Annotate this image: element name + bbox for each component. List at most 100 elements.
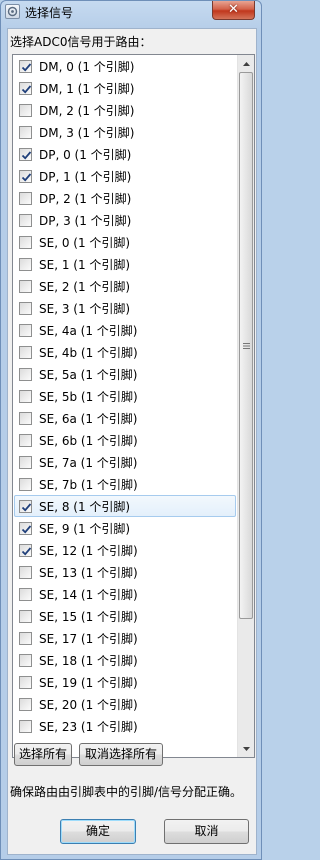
scroll-down-arrow-icon[interactable]: [238, 740, 254, 757]
signal-item-label: SE, 6b (1 个引脚): [39, 434, 138, 448]
checkbox-unchecked[interactable]: [19, 632, 32, 645]
checkbox-unchecked[interactable]: [19, 192, 32, 205]
signal-list-item[interactable]: DM, 0 (1 个引脚): [14, 55, 236, 77]
signal-item-label: SE, 6a (1 个引脚): [39, 412, 138, 426]
signal-list-item[interactable]: SE, 8 (1 个引脚): [14, 495, 236, 517]
signal-list-item[interactable]: SE, 6a (1 个引脚): [14, 407, 236, 429]
signal-list-item[interactable]: SE, 13 (1 个引脚): [14, 561, 236, 583]
signal-list-item[interactable]: DP, 0 (1 个引脚): [14, 143, 236, 165]
checkbox-checked[interactable]: [19, 522, 32, 535]
checkbox-checked[interactable]: [19, 170, 32, 183]
signal-list-item[interactable]: SE, 7a (1 个引脚): [14, 451, 236, 473]
checkbox-unchecked[interactable]: [19, 720, 32, 733]
cancel-button[interactable]: 取消: [164, 819, 249, 844]
checkmark-icon: [21, 151, 32, 160]
signal-list-item[interactable]: DP, 3 (1 个引脚): [14, 209, 236, 231]
signal-list-item[interactable]: DM, 3 (1 个引脚): [14, 121, 236, 143]
deselect-all-button[interactable]: 取消选择所有: [79, 743, 163, 766]
signal-item-label: DM, 2 (1 个引脚): [39, 104, 135, 118]
signal-item-label: DP, 2 (1 个引脚): [39, 192, 132, 206]
signal-list-item[interactable]: SE, 12 (1 个引脚): [14, 539, 236, 561]
checkbox-unchecked[interactable]: [19, 654, 32, 667]
signal-list-item[interactable]: SE, 3 (1 个引脚): [14, 297, 236, 319]
signal-item-label: DP, 1 (1 个引脚): [39, 170, 132, 184]
checkbox-checked[interactable]: [19, 500, 32, 513]
signal-list-item[interactable]: SE, 23 (1 个引脚): [14, 715, 236, 737]
signal-item-label: SE, 9 (1 个引脚): [39, 522, 131, 536]
checkbox-unchecked[interactable]: [19, 104, 32, 117]
signal-item-label: SE, 5b (1 个引脚): [39, 390, 138, 404]
checkbox-unchecked[interactable]: [19, 302, 32, 315]
checkbox-unchecked[interactable]: [19, 698, 32, 711]
signal-item-label: SE, 5a (1 个引脚): [39, 368, 138, 382]
signal-list-item[interactable]: SE, 9 (1 个引脚): [14, 517, 236, 539]
signal-list-item[interactable]: SE, 7b (1 个引脚): [14, 473, 236, 495]
checkbox-unchecked[interactable]: [19, 456, 32, 469]
signal-list-items: DM, 0 (1 个引脚) DM, 1 (1 个引脚) DM, 2 (1 个引脚) D…: [13, 55, 237, 737]
signal-list-item[interactable]: SE, 5a (1 个引脚): [14, 363, 236, 385]
checkbox-unchecked[interactable]: [19, 676, 32, 689]
checkbox-checked[interactable]: [19, 82, 32, 95]
signal-list-item[interactable]: SE, 5b (1 个引脚): [14, 385, 236, 407]
signal-item-label: SE, 0 (1 个引脚): [39, 236, 131, 250]
signal-item-label: SE, 18 (1 个引脚): [39, 654, 138, 668]
signal-list-item[interactable]: DP, 2 (1 个引脚): [14, 187, 236, 209]
signal-list-item[interactable]: SE, 15 (1 个引脚): [14, 605, 236, 627]
checkbox-unchecked[interactable]: [19, 412, 32, 425]
checkbox-unchecked[interactable]: [19, 566, 32, 579]
checkbox-unchecked[interactable]: [19, 610, 32, 623]
checkbox-unchecked[interactable]: [19, 236, 32, 249]
select-all-button[interactable]: 选择所有: [14, 743, 72, 766]
ok-button[interactable]: 确定: [60, 819, 136, 844]
signal-list-item[interactable]: SE, 6b (1 个引脚): [14, 429, 236, 451]
signal-list-item[interactable]: SE, 4b (1 个引脚): [14, 341, 236, 363]
signal-list[interactable]: DM, 0 (1 个引脚) DM, 1 (1 个引脚) DM, 2 (1 个引脚) D…: [12, 54, 255, 758]
checkmark-icon: [21, 503, 32, 512]
signal-item-label: SE, 12 (1 个引脚): [39, 544, 138, 558]
signal-item-label: SE, 15 (1 个引脚): [39, 610, 138, 624]
checkbox-unchecked[interactable]: [19, 434, 32, 447]
checkbox-unchecked[interactable]: [19, 390, 32, 403]
signal-item-label: DM, 1 (1 个引脚): [39, 82, 135, 96]
window-title: 选择信号: [25, 6, 74, 20]
checkbox-unchecked[interactable]: [19, 324, 32, 337]
signal-list-item[interactable]: SE, 20 (1 个引脚): [14, 693, 236, 715]
signal-item-label: DM, 0 (1 个引脚): [39, 60, 135, 74]
checkmark-icon: [21, 63, 32, 72]
signal-item-label: DM, 3 (1 个引脚): [39, 126, 135, 140]
signal-list-item[interactable]: SE, 4a (1 个引脚): [14, 319, 236, 341]
app-icon: [5, 4, 20, 19]
signal-item-label: SE, 14 (1 个引脚): [39, 588, 138, 602]
signal-item-label: DP, 0 (1 个引脚): [39, 148, 132, 162]
scroll-up-arrow-icon[interactable]: [238, 55, 254, 72]
checkbox-unchecked[interactable]: [19, 126, 32, 139]
signal-item-label: SE, 4a (1 个引脚): [39, 324, 138, 338]
signal-list-item[interactable]: SE, 2 (1 个引脚): [14, 275, 236, 297]
vertical-scrollbar[interactable]: [237, 55, 254, 757]
signal-list-item[interactable]: SE, 1 (1 个引脚): [14, 253, 236, 275]
signal-list-item[interactable]: DM, 2 (1 个引脚): [14, 99, 236, 121]
signal-list-item[interactable]: SE, 14 (1 个引脚): [14, 583, 236, 605]
signal-list-item[interactable]: SE, 0 (1 个引脚): [14, 231, 236, 253]
checkbox-unchecked[interactable]: [19, 280, 32, 293]
signal-list-item[interactable]: DP, 1 (1 个引脚): [14, 165, 236, 187]
title-bar[interactable]: 选择信号 ✕: [1, 1, 261, 23]
scrollbar-thumb[interactable]: [239, 72, 253, 619]
checkbox-unchecked[interactable]: [19, 214, 32, 227]
signal-list-item[interactable]: SE, 19 (1 个引脚): [14, 671, 236, 693]
signal-item-label: SE, 3 (1 个引脚): [39, 302, 131, 316]
signal-list-item[interactable]: DM, 1 (1 个引脚): [14, 77, 236, 99]
checkbox-checked[interactable]: [19, 148, 32, 161]
checkbox-unchecked[interactable]: [19, 588, 32, 601]
checkbox-checked[interactable]: [19, 60, 32, 73]
checkbox-unchecked[interactable]: [19, 346, 32, 359]
checkbox-unchecked[interactable]: [19, 368, 32, 381]
signal-list-item[interactable]: SE, 18 (1 个引脚): [14, 649, 236, 671]
checkbox-checked[interactable]: [19, 544, 32, 557]
signal-item-label: SE, 19 (1 个引脚): [39, 676, 138, 690]
signal-list-item[interactable]: SE, 17 (1 个引脚): [14, 627, 236, 649]
checkbox-unchecked[interactable]: [19, 258, 32, 271]
checkbox-unchecked[interactable]: [19, 478, 32, 491]
close-button[interactable]: ✕: [212, 1, 255, 20]
signal-item-label: SE, 13 (1 个引脚): [39, 566, 138, 580]
